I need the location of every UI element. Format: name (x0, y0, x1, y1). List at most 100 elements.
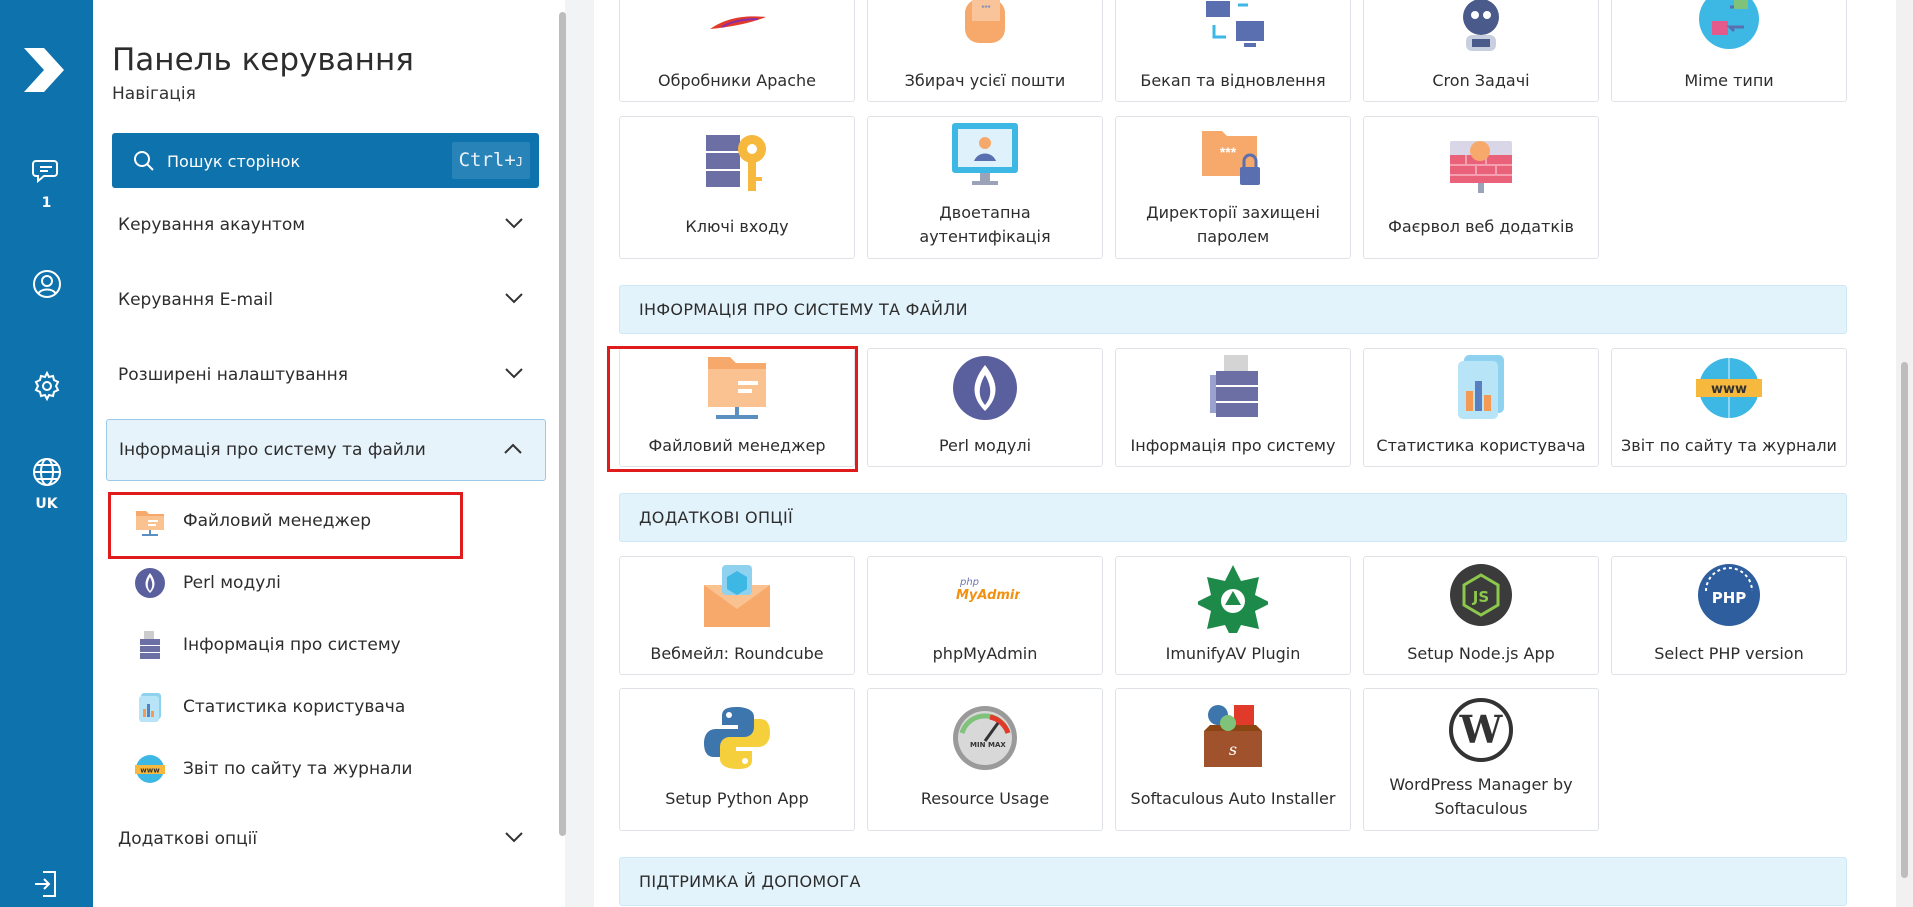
sidebar-item-system-info[interactable]: Інформація про систему (138, 625, 438, 665)
phpmyadmin-icon: php MyAdmin (956, 577, 1020, 603)
search-box[interactable]: Ctrl+J (112, 133, 539, 188)
tile-resource-usage[interactable]: MIN MAX Resource Usage (867, 688, 1103, 831)
tile-label: Двоетапна аутентифікація (919, 203, 1051, 246)
search-input[interactable] (167, 147, 437, 175)
sidebar-item-label: Звіт по сайту та журнали (183, 759, 413, 779)
search-shortcut: Ctrl+J (451, 142, 530, 179)
tile-label: Cron Задачі (1432, 71, 1530, 90)
tile-label: Фаєрвол веб додатків (1388, 217, 1574, 236)
sidebar-scrollbar[interactable] (559, 12, 566, 836)
settings-nav[interactable] (0, 370, 93, 402)
tile-label: Ключі входу (685, 217, 789, 236)
language-nav[interactable]: UK (0, 456, 93, 512)
gauge-max-label: MAX (988, 741, 1006, 749)
tile-label: Select PHP version (1654, 644, 1804, 663)
chat-nav[interactable]: 1 (0, 155, 93, 211)
tile-roundcube[interactable]: Вебмейл: Roundcube (619, 556, 855, 675)
sidebar-item-label: Статистика користувача (183, 697, 406, 717)
tile-label: Perl модулі (938, 436, 1032, 455)
tile-imunify[interactable]: ImunifyAV Plugin (1115, 556, 1351, 675)
svg-text:W: W (1459, 707, 1504, 752)
tile-label: Бекап та відновлення (1140, 71, 1326, 90)
group-header-system: ІНФОРМАЦІЯ ПРО СИСТЕМУ ТА ФАЙЛИ (619, 285, 1847, 334)
section-advanced[interactable]: Розширені налаштування (106, 344, 546, 406)
stats-icon (1458, 355, 1504, 419)
tile-login-keys[interactable]: Ключі входу (619, 116, 855, 259)
wordpress-icon: W (1449, 698, 1513, 762)
section-label: Розширені налаштування (118, 365, 349, 385)
nodejs-icon: JS (1450, 564, 1512, 626)
app-logo-icon[interactable] (20, 44, 68, 96)
firewall-icon (1450, 141, 1512, 193)
section-extra-options[interactable]: Додаткові опції (106, 808, 546, 870)
tile-wordpress-manager[interactable]: W WordPress Manager by Softaculous (1363, 688, 1599, 831)
tile-protected-dirs[interactable]: *** Директорії захищені паролем (1115, 116, 1351, 259)
backup-computers-icon (1206, 1, 1264, 47)
tile-label: Вебмейл: Roundcube (650, 644, 824, 663)
tile-python[interactable]: Setup Python App (619, 688, 855, 831)
highlight-box (607, 346, 858, 472)
locked-folder-icon: *** (1202, 131, 1260, 185)
python-icon (704, 707, 770, 769)
sidebar-item-file-manager[interactable]: Файловий менеджер (136, 501, 438, 541)
tile-system-info[interactable]: Інформація про систему (1115, 348, 1351, 467)
group-header-support: ПІДТРИМКА Й ДОПОМОГА (619, 857, 1847, 906)
tile-waf[interactable]: Фаєрвол веб додатків (1363, 116, 1599, 259)
tile-nodejs[interactable]: JS Setup Node.js App (1363, 556, 1599, 675)
tile-two-factor[interactable]: Двоетапна аутентифікація (867, 116, 1103, 259)
tile-label: Setup Python App (665, 789, 809, 808)
gauge-min-label: MIN (970, 741, 986, 749)
imunify-icon (1198, 565, 1268, 633)
ssh-key-icon (706, 135, 766, 191)
sidebar-subtitle: Навігація (112, 84, 196, 104)
tile-label: Softaculous Auto Installer (1130, 789, 1336, 808)
section-email[interactable]: Керування E-mail (106, 269, 546, 331)
chevron-up-icon (504, 443, 522, 454)
tile-perl-modules[interactable]: Perl модулі (867, 348, 1103, 467)
tile-label: Resource Usage (920, 789, 1050, 808)
tile-phpmyadmin[interactable]: php MyAdmin phpMyAdmin (867, 556, 1103, 675)
sidebar-item-user-stats[interactable]: Статистика користувача (138, 687, 438, 727)
main-scrollbar-thumb[interactable] (1901, 362, 1908, 878)
logout-nav[interactable] (0, 868, 93, 900)
svg-text:www: www (140, 767, 160, 775)
logout-icon (34, 871, 56, 897)
server-icon (1210, 355, 1258, 417)
search-icon (134, 151, 154, 171)
section-label: Керування акаунтом (118, 215, 306, 235)
apache-feather-icon (710, 16, 766, 29)
sidebar-item-perl[interactable]: Perl модулі (135, 563, 438, 603)
sidebar-item-site-report[interactable]: www Звіт по сайту та журнали (135, 749, 438, 789)
section-system-files[interactable]: Інформація про систему та файли (106, 419, 546, 481)
perl-onion-icon (135, 568, 165, 598)
php-logo-text: PHP (1712, 589, 1747, 607)
tile-user-stats[interactable]: Статистика користувача (1363, 348, 1599, 467)
tile-cron[interactable]: Cron Задачі (1363, 0, 1599, 102)
www-globe-icon: www (1696, 358, 1762, 418)
tile-apache-handlers[interactable]: Обробники Apache (619, 0, 855, 102)
tile-backup[interactable]: Бекап та відновлення (1115, 0, 1351, 102)
tile-php-version[interactable]: PHP Select PHP version (1611, 556, 1847, 675)
profile-nav[interactable] (0, 268, 93, 300)
section-label: Інформація про систему та файли (119, 440, 426, 460)
tile-site-report[interactable]: www Звіт по сайту та журнали (1611, 348, 1847, 467)
chat-count: 1 (41, 195, 52, 211)
language-label: UK (35, 496, 58, 512)
php-gauge-icon: PHP (1698, 564, 1760, 626)
svg-text:www: www (1711, 382, 1747, 397)
chevron-down-icon (505, 368, 523, 379)
tile-label: WordPress Manager by Softaculous (1389, 775, 1573, 818)
main-scrollbar[interactable] (1896, 0, 1913, 907)
tile-label: Звіт по сайту та журнали (1621, 436, 1837, 455)
tile-label: Інформація про систему (1130, 436, 1336, 455)
chevron-down-icon (505, 293, 523, 304)
section-account[interactable]: Керування акаунтом (106, 194, 546, 256)
nodejs-logo-text: JS (1472, 588, 1489, 606)
tile-catch-all[interactable]: *** Збирач усієї пошти (867, 0, 1103, 102)
www-globe-icon: www (135, 755, 165, 783)
tile-mime[interactable]: Mime типи (1611, 0, 1847, 102)
tile-softaculous[interactable]: s Softaculous Auto Installer (1115, 688, 1351, 831)
tile-label: Збирач усієї пошти (904, 71, 1066, 90)
group-header-extra: ДОДАТКОВІ ОПЦІЇ (619, 493, 1847, 542)
two-factor-icon (952, 123, 1018, 185)
